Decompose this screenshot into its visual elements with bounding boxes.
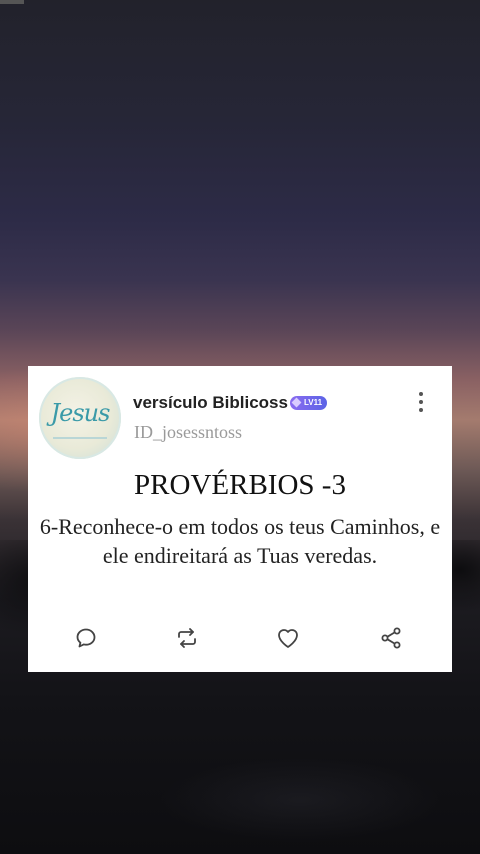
more-options-button[interactable]: [413, 390, 429, 414]
repost-arrows-icon: [178, 628, 196, 648]
post-card: Jesus versículo Biblicoss LV11 ID_josess…: [28, 366, 452, 672]
avatar[interactable]: Jesus: [39, 377, 121, 459]
status-bar-indicator: [0, 0, 24, 4]
username[interactable]: versículo Biblicoss: [133, 393, 288, 413]
post-title: PROVÉRBIOS -3: [134, 469, 346, 501]
post-verse: 6-Reconhece-o em todos os teus Caminhos,…: [39, 514, 441, 568]
user-handle: ID_josessntoss: [134, 422, 243, 442]
repost-button[interactable]: [171, 622, 203, 654]
share-icon: [381, 627, 401, 649]
heart-icon: [278, 629, 298, 648]
level-badge: LV11: [290, 396, 328, 410]
avatar-decoration: [53, 437, 107, 439]
more-vertical-icon: [419, 408, 423, 412]
share-button[interactable]: [375, 622, 407, 654]
avatar-logo-text: Jesus: [50, 399, 111, 427]
more-vertical-icon: [419, 400, 423, 404]
comment-button[interactable]: [70, 622, 102, 654]
action-bar: [28, 622, 452, 654]
like-button[interactable]: [272, 622, 304, 654]
diamond-icon: [291, 397, 302, 408]
speech-bubble-icon: [76, 628, 96, 648]
level-badge-label: LV11: [304, 398, 323, 407]
more-vertical-icon: [419, 392, 423, 396]
